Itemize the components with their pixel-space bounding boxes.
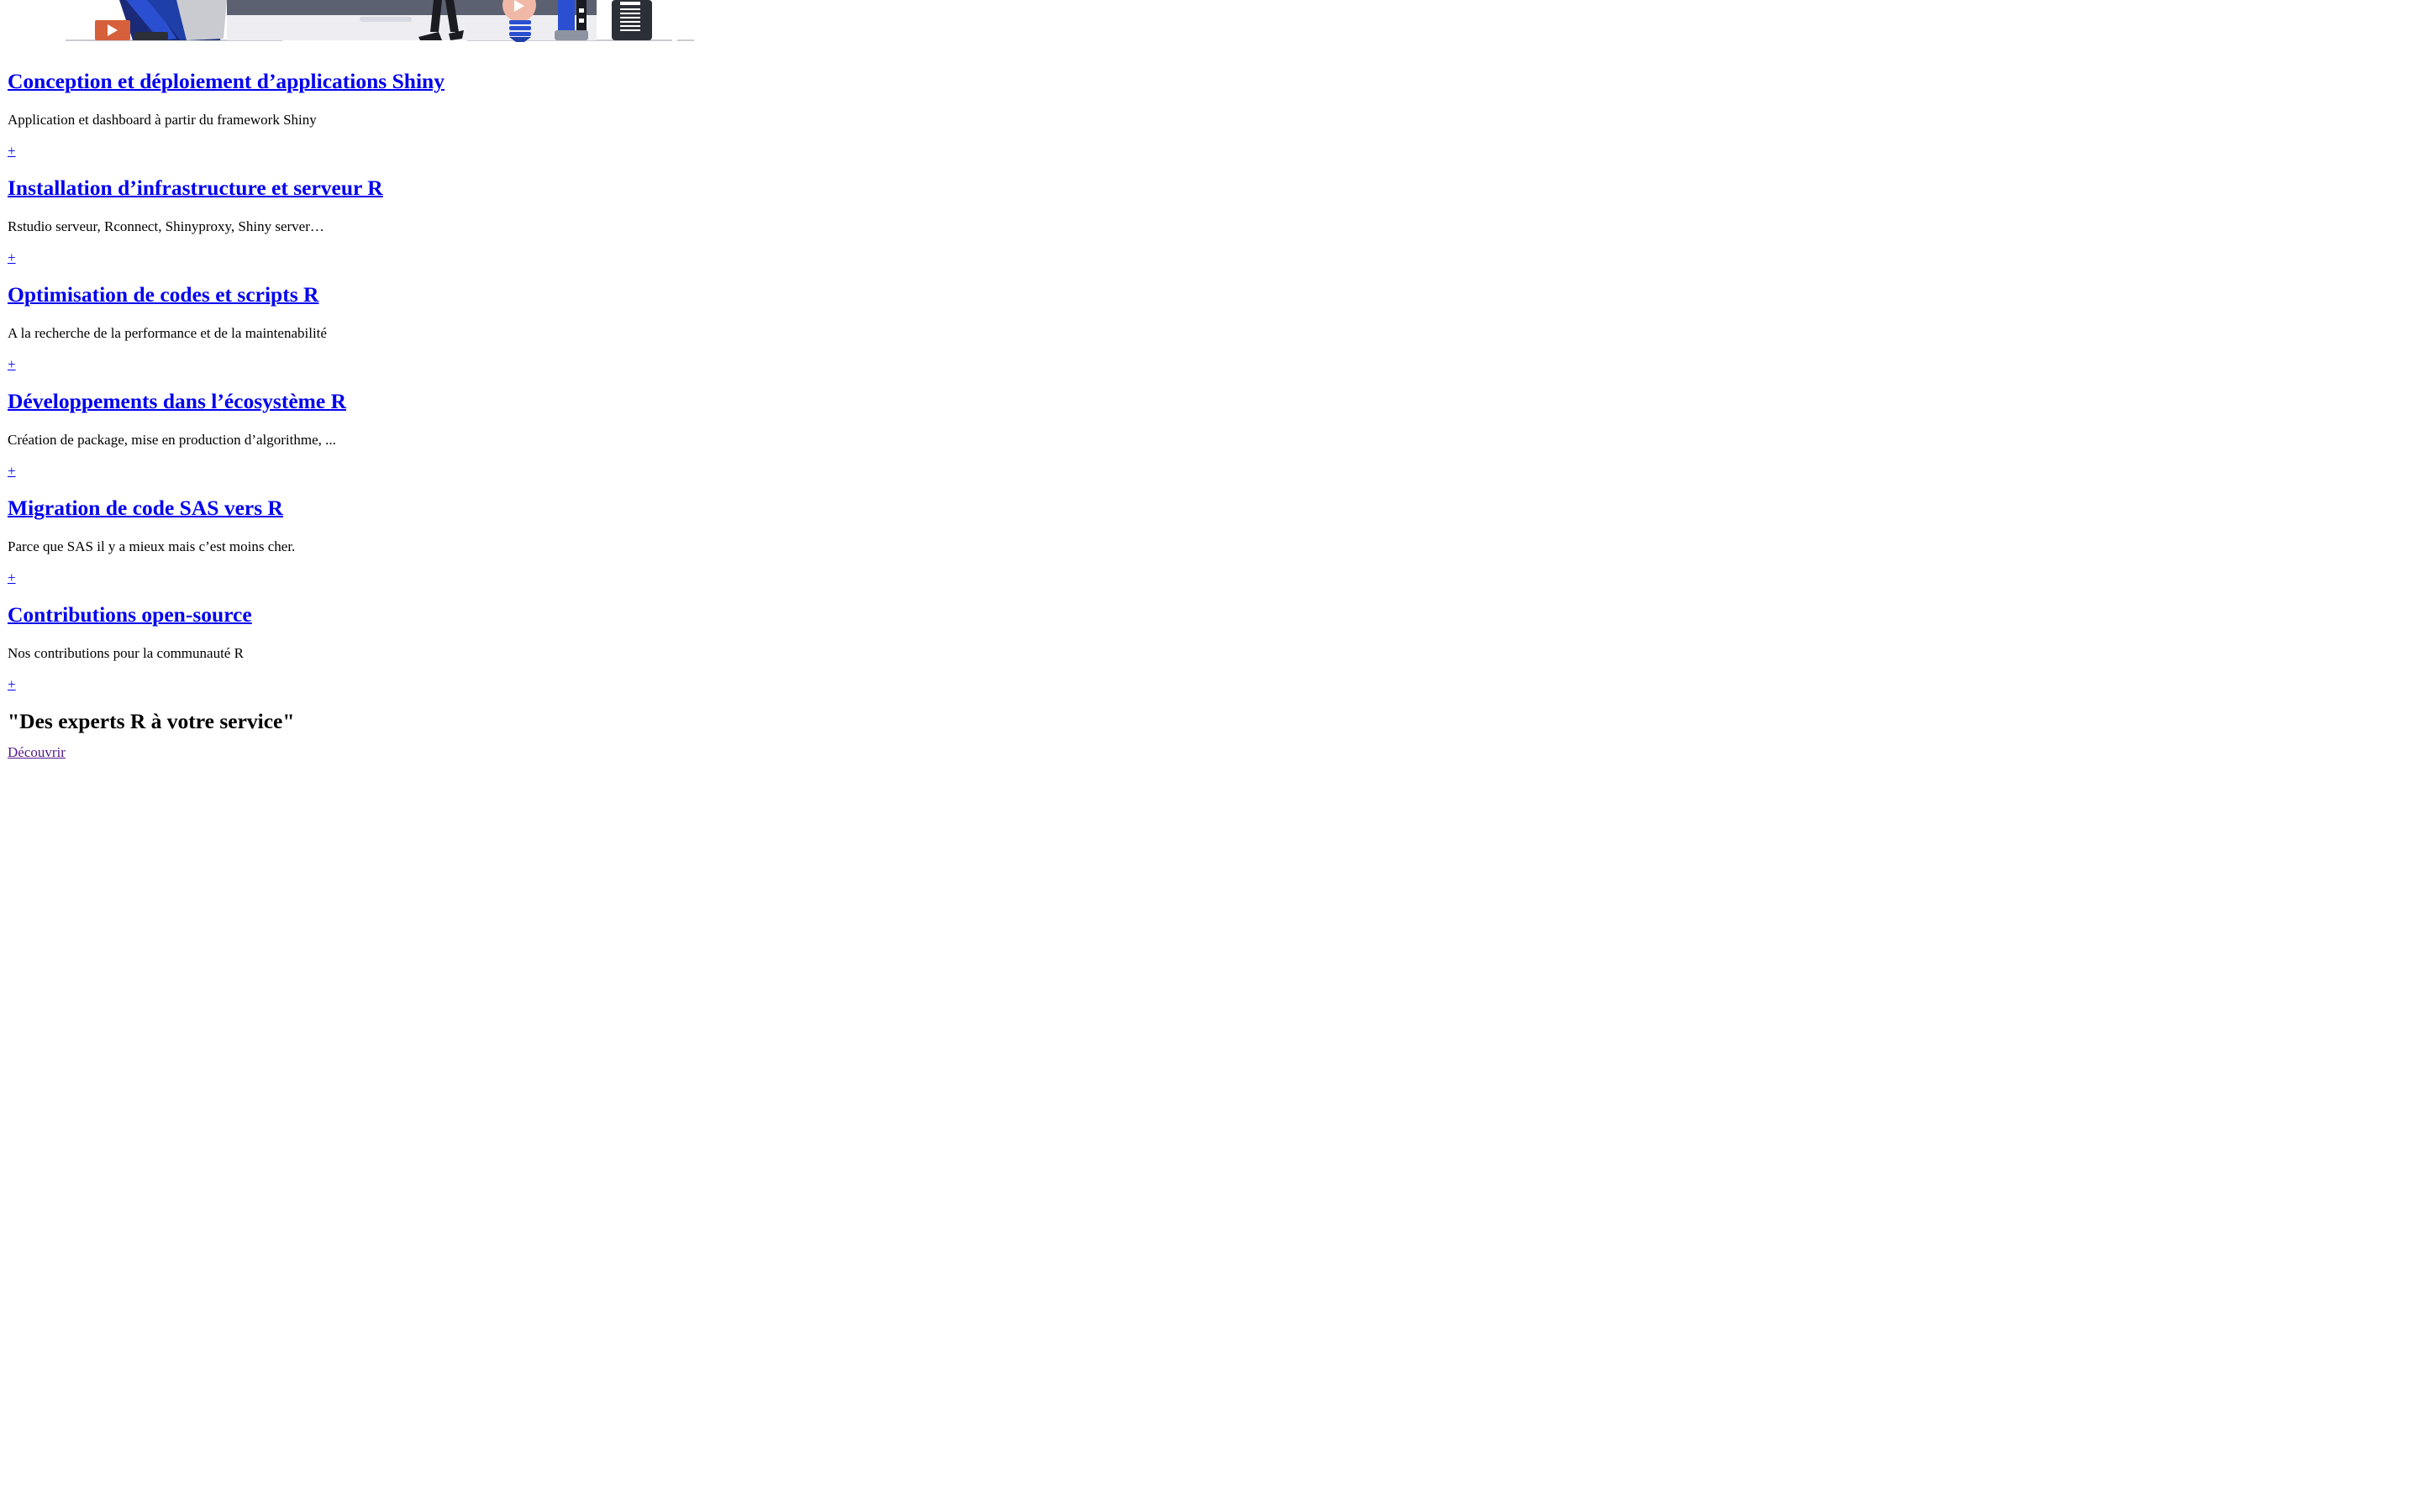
service-title: Installation d’infrastructure et serveur… (8, 172, 1268, 204)
service-title-link-open-source[interactable]: Contributions open-source (8, 602, 252, 627)
service-item-shiny: Conception et déploiement d’applications… (8, 66, 1268, 160)
service-title-link-migration[interactable]: Migration de code SAS vers R (8, 496, 283, 520)
service-item-open-source: Contributions open-source Nos contributi… (8, 599, 1268, 693)
service-title: Conception et déploiement d’applications… (8, 66, 1268, 97)
more-link-migration[interactable]: + (8, 570, 18, 586)
service-description: Rstudio serveur, Rconnect, Shinyproxy, S… (8, 218, 324, 234)
service-description: Création de package, mise en production … (8, 432, 336, 448)
shoe-shape (134, 32, 168, 40)
document-icon (612, 0, 652, 40)
service-title-link-optimisation[interactable]: Optimisation de codes et scripts R (8, 282, 318, 307)
service-description: Parce que SAS il y a mieux mais c’est mo… (8, 538, 296, 554)
service-title: Optimisation de codes et scripts R (8, 279, 1268, 311)
service-description: Application et dashboard à partir du fra… (8, 112, 317, 128)
hero-illustration (0, 0, 706, 44)
more-link-infrastructure[interactable]: + (8, 249, 18, 266)
monitor-screen (227, 15, 597, 40)
discover-link[interactable]: Découvrir (8, 744, 66, 761)
service-title: Contributions open-source (8, 599, 1268, 631)
service-item-infrastructure: Installation d’infrastructure et serveur… (8, 172, 1268, 266)
tagline-heading: "Des experts R à votre service" (8, 709, 295, 733)
more-link-ecosystem[interactable]: + (8, 463, 18, 480)
hero-illustration-svg (66, 0, 694, 42)
service-description: Nos contributions pour la communauté R (8, 645, 244, 661)
service-title: Migration de code SAS vers R (8, 492, 1268, 524)
more-link-shiny[interactable]: + (8, 143, 18, 160)
service-title: Développements dans l’écosystème R (8, 386, 1268, 417)
monitor-frame (227, 0, 597, 15)
service-title-link-infrastructure[interactable]: Installation d’infrastructure et serveur… (8, 176, 383, 200)
person-standing (555, 0, 588, 40)
service-item-ecosystem: Développements dans l’écosystème R Créat… (8, 386, 1268, 480)
service-description: A la recherche de la performance et de l… (8, 325, 327, 341)
more-link-optimisation[interactable]: + (8, 356, 18, 373)
service-item-optimisation: Optimisation de codes et scripts R A la … (8, 279, 1268, 373)
monitor-bar (360, 17, 412, 22)
play-icon (95, 20, 130, 40)
service-item-migration: Migration de code SAS vers R Parce que S… (8, 492, 1268, 586)
service-title-link-shiny[interactable]: Conception et déploiement d’applications… (8, 69, 445, 93)
service-title-link-ecosystem[interactable]: Développements dans l’écosystème R (8, 389, 346, 413)
more-link-open-source[interactable]: + (8, 676, 18, 693)
services-section: Conception et déploiement d’applications… (8, 66, 1268, 761)
